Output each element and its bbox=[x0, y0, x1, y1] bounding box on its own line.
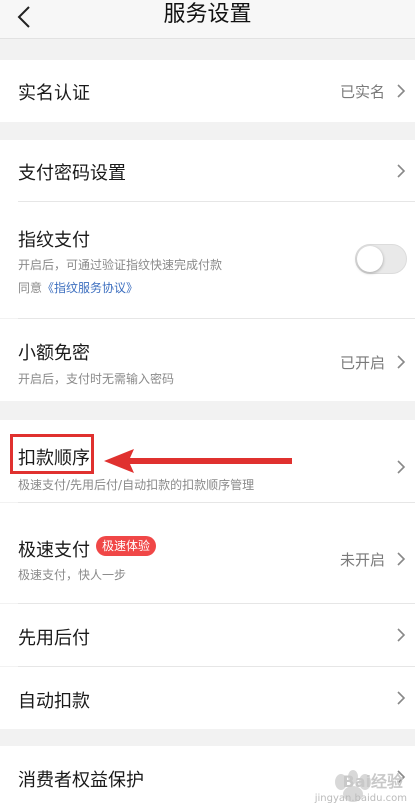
row-fingerprint: 指纹支付 开启后，可通过验证指纹快速完成付款 同意《指纹服务协议》 bbox=[0, 202, 415, 318]
watermark-text: Bai经验 bbox=[342, 772, 403, 791]
real-name-label: 实名认证 bbox=[18, 83, 90, 104]
real-name-status: 已实名 bbox=[339, 83, 385, 101]
agree-prefix: 同意 bbox=[18, 281, 43, 295]
row-fast-pay[interactable]: 极速支付 极速体验 极速支付，快人一步 未开启 bbox=[0, 503, 415, 603]
chevron-right-icon bbox=[397, 84, 406, 98]
chevron-right-icon bbox=[397, 691, 406, 705]
page-title: 服务设置 bbox=[163, 2, 252, 27]
annotation-highlight-box bbox=[10, 434, 94, 474]
chevron-right-icon bbox=[397, 355, 406, 369]
small-amount-label: 小额免密 bbox=[18, 343, 90, 364]
small-amount-status: 已开启 bbox=[339, 354, 385, 372]
fast-pay-desc: 极速支付，快人一步 bbox=[18, 568, 127, 582]
row-small-amount[interactable]: 小额免密 开启后，支付时无需输入密码 已开启 bbox=[0, 319, 415, 401]
fingerprint-agree: 同意《指纹服务协议》 bbox=[18, 279, 138, 296]
fingerprint-toggle[interactable] bbox=[355, 244, 407, 274]
consumer-protection-label: 消费者权益保护 bbox=[18, 770, 144, 791]
row-pay-password[interactable]: 支付密码设置 bbox=[0, 140, 415, 202]
fast-pay-status: 未开启 bbox=[339, 551, 385, 569]
row-real-name[interactable]: 实名认证 已实名 bbox=[0, 60, 415, 122]
nav-bar: 服务设置 bbox=[0, 0, 415, 39]
chevron-right-icon bbox=[397, 628, 406, 642]
deduction-order-desc: 极速支付/先用后付/自动扣款的扣款顺序管理 bbox=[18, 478, 255, 492]
toggle-knob bbox=[357, 246, 383, 272]
pay-later-label: 先用后付 bbox=[18, 628, 90, 649]
small-amount-desc: 开启后，支付时无需输入密码 bbox=[18, 372, 175, 386]
auto-deduct-label: 自动扣款 bbox=[18, 691, 90, 712]
chevron-right-icon bbox=[397, 164, 406, 178]
fast-pay-label: 极速支付 bbox=[18, 540, 90, 561]
fast-pay-badge: 极速体验 bbox=[96, 536, 157, 556]
fingerprint-agreement-link[interactable]: 《指纹服务协议》 bbox=[42, 281, 138, 295]
row-pay-later[interactable]: 先用后付 bbox=[0, 604, 415, 666]
watermark-subtext: jingyan.baidu.com bbox=[314, 793, 407, 804]
pay-password-label: 支付密码设置 bbox=[18, 163, 126, 184]
fingerprint-desc: 开启后，可通过验证指纹快速完成付款 bbox=[18, 258, 223, 272]
fingerprint-label: 指纹支付 bbox=[18, 230, 90, 251]
chevron-right-icon bbox=[397, 460, 406, 474]
annotation-arrow-icon bbox=[104, 449, 292, 473]
row-auto-deduct[interactable]: 自动扣款 bbox=[0, 667, 415, 729]
chevron-right-icon bbox=[397, 552, 406, 566]
